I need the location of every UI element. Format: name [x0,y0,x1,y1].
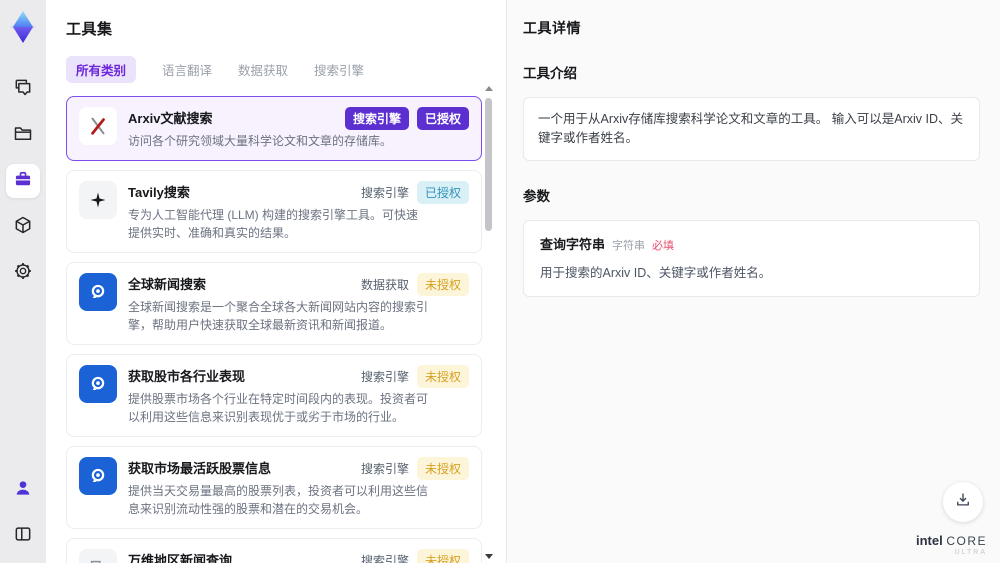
parameter-description: 用于搜索的Arxiv ID、关键字或作者姓名。 [540,265,772,280]
ultra-brand-text: ULTRA [954,549,987,557]
auth-status-badge: 未授权 [416,457,469,480]
sidebar-item-packages[interactable] [6,210,40,244]
building-icon [79,549,117,563]
auth-status-badge: 已授权 [416,181,469,204]
download-icon [954,491,972,514]
auth-status-badge: 未授权 [416,549,469,563]
page-title: 工具集 [66,21,113,38]
news-app-icon [79,273,117,311]
news-app-icon [79,457,117,495]
app-window: 工具集 所有类别 语言翻译 数据获取 搜索引擎 Arxiv文献搜索 访问各个研究… [0,0,1000,563]
sidebar-item-settings[interactable] [6,256,40,290]
sidebar-item-chat[interactable] [6,72,40,106]
tab-data-fetch[interactable]: 数据获取 [238,60,288,79]
tool-card-global-news[interactable]: 全球新闻搜索 全球新闻搜索是一个聚合全球各大新闻网站内容的搜索引擎，帮助用户快速… [66,262,482,345]
scroll-up-arrow[interactable] [485,86,493,91]
tavily-star-icon [79,181,117,219]
intel-core-logo: intel CORE ULTRA [915,533,987,557]
auth-status-badge: 未授权 [416,365,469,388]
tool-detail-panel: 工具详情 工具介绍 一个用于从Arxiv存储库搜索科学论文和文章的工具。 输入可… [506,0,1000,563]
tool-intro-text: 一个用于从Arxiv存储库搜索科学论文和文章的工具。 输入可以是Arxiv ID… [523,97,980,161]
tab-search-engine[interactable]: 搜索引擎 [314,60,364,79]
chat-icon [13,77,33,102]
parameter-required-badge: 必填 [652,239,675,252]
category-badge: 搜索引擎 [360,462,409,476]
user-icon [13,478,33,503]
core-brand-text: CORE [946,534,987,549]
intel-brand-text: intel [915,533,943,549]
tab-language-translation[interactable]: 语言翻译 [162,60,212,79]
settings-icon [13,261,33,286]
arxiv-icon [79,107,117,145]
news-app-icon [79,365,117,403]
folder-icon [13,123,33,148]
tool-list-panel: 工具集 所有类别 语言翻译 数据获取 搜索引擎 Arxiv文献搜索 访问各个研究… [46,0,506,563]
sidebar-rail [0,0,46,563]
category-badge: 搜索引擎 [360,370,409,384]
category-badge: 搜索引擎 [344,107,409,130]
tool-description: 专为人工智能代理 (LLM) 构建的搜索引擎工具。可快速提供实时、准确和真实的结… [128,208,419,240]
tool-card-tavily[interactable]: Tavily搜索 专为人工智能代理 (LLM) 构建的搜索引擎工具。可快速提供实… [66,170,482,253]
parameter-card: 查询字符串 字符串 必填 用于搜索的Arxiv ID、关键字或作者姓名。 [523,219,980,297]
tool-card-stock-sectors[interactable]: 获取股市各行业表现 提供股票市场各个行业在特定时间段内的表现。投资者可以利用这些… [66,354,482,437]
sidebar-item-files[interactable] [6,118,40,152]
category-tabs: 所有类别 语言翻译 数据获取 搜索引擎 [66,56,506,83]
cube-icon [13,215,33,240]
tab-all-categories[interactable]: 所有类别 [66,56,137,83]
intro-section-title: 工具介绍 [523,66,577,81]
toolbox-icon [13,169,33,194]
parameter-name: 查询字符串 [540,236,606,252]
sidebar-item-account[interactable] [6,473,40,507]
scrollbar-thumb[interactable] [485,98,492,231]
tool-card-regional-news[interactable]: 万维地区新闻查询 查询具体行政区划内的新闻，快速了解各地新闻动 搜索引擎 未授权 [66,538,482,563]
tool-description: 全球新闻搜索是一个聚合全球各大新闻网站内容的搜索引擎，帮助用户快速获取全球最新资… [128,300,429,332]
tool-description: 提供当天交易量最高的股票列表，投资者可以利用这些信息来识别流动性强的股票和潜在的… [128,484,429,516]
download-button[interactable] [943,482,983,522]
params-section-title: 参数 [523,188,550,204]
scroll-down-arrow[interactable] [485,554,493,559]
tool-description: 提供股票市场各个行业在特定时间段内的表现。投资者可以利用这些信息来识别表现优于或… [128,392,429,424]
detail-title: 工具详情 [523,20,581,36]
list-scrollbar[interactable] [484,86,493,559]
tool-list: Arxiv文献搜索 访问各个研究领域大量科学论文和文章的存储库。 搜索引擎 已授… [66,96,482,563]
tool-card-arxiv[interactable]: Arxiv文献搜索 访问各个研究领域大量科学论文和文章的存储库。 搜索引擎 已授… [66,96,482,161]
auth-status-badge: 未授权 [416,273,469,296]
parameter-type: 字符串 [612,239,646,252]
tool-card-active-stocks[interactable]: 获取市场最活跃股票信息 提供当天交易量最高的股票列表，投资者可以利用这些信息来识… [66,446,482,529]
sidebar-item-panel-toggle[interactable] [6,519,40,553]
tool-description: 访问各个研究领域大量科学论文和文章的存储库。 [128,134,393,148]
auth-status-badge: 已授权 [416,107,469,130]
category-badge: 搜索引擎 [360,554,409,563]
category-badge: 搜索引擎 [360,186,409,200]
panel-icon [13,524,33,549]
sidebar-item-tools[interactable] [6,164,40,198]
app-logo-icon [6,8,40,46]
category-badge: 数据获取 [360,278,409,292]
